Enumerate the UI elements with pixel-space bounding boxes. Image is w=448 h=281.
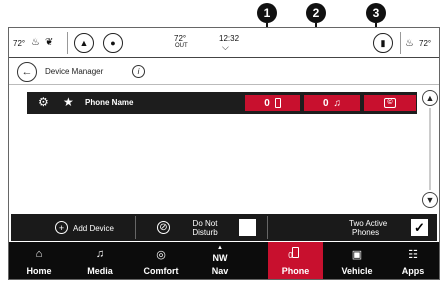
audio-count: 0 (322, 97, 329, 109)
nav-phone[interactable]: 0 Phone (268, 242, 323, 279)
star-icon[interactable]: ★ (63, 95, 74, 109)
info-icon[interactable]: i (132, 65, 145, 78)
nav-apps[interactable]: ☷ Apps (387, 242, 439, 279)
action-bar: + Add Device ⊘ Do Not Disturb Two Active… (11, 214, 437, 241)
phone-calls-button[interactable]: 0 (245, 95, 300, 111)
callout-marker-3: 3 (366, 3, 386, 23)
phone-row[interactable]: ⚙ ★ Phone Name 0 0 ♫ © (27, 92, 417, 114)
phone-count: 0 (264, 97, 270, 109)
nav-home[interactable]: ⌂ Home (9, 242, 69, 279)
nav-nav[interactable]: ▲ NW Nav (191, 242, 249, 279)
phone-name: Phone Name (85, 98, 134, 107)
microphone-icon[interactable]: ▮ (373, 33, 393, 53)
nav-label: Phone (281, 266, 310, 276)
notification-icon[interactable]: ● (103, 33, 123, 53)
add-device-button[interactable]: Add Device (73, 224, 114, 233)
phone-icon (274, 98, 281, 108)
heading-text: NW (212, 253, 228, 263)
gear-icon[interactable]: ⚙ (38, 95, 49, 109)
steering-heat-icon: ◎ (156, 249, 166, 261)
two-active-phones-checkbox[interactable]: ✓ (411, 219, 428, 236)
status-bar: 72° ♨ ❦ ▲ ● 72° OUT 12:32 ⌵ ▮ ♨ 72° (9, 28, 439, 58)
infotainment-screen: 72° ♨ ❦ ▲ ● 72° OUT 12:32 ⌵ ▮ ♨ 72° ← De… (8, 27, 440, 280)
status-divider (67, 32, 68, 54)
driver-temp[interactable]: 72° (13, 39, 25, 48)
action-divider (135, 216, 136, 239)
callout-marker-1: 1 (257, 3, 277, 23)
nav-label: Media (87, 266, 113, 276)
page-title: Device Manager (45, 67, 104, 76)
phone-icon (268, 247, 323, 261)
music-note-icon: ♫ (95, 248, 105, 260)
add-icon: + (55, 221, 68, 234)
nav-vehicle[interactable]: ▣ Vehicle (327, 242, 387, 279)
do-not-disturb-line1: Do Not (192, 219, 218, 228)
compass-icon: ▲ (217, 245, 223, 251)
carplay-icon: © (384, 98, 396, 108)
music-note-icon: ♫ (333, 97, 342, 109)
home-icon: ⌂ (35, 248, 43, 260)
status-divider (400, 32, 401, 54)
outside-label: OUT (175, 43, 188, 49)
nav-comfort[interactable]: ◎ Comfort (131, 242, 191, 279)
passenger-seat-heat-icon[interactable]: ♨ (405, 38, 414, 49)
bottom-nav: ⌂ Home ♫ Media ◎ Comfort ▲ NW Nav 0 Phon… (9, 242, 439, 279)
nav-label: Home (26, 266, 52, 276)
header-row: ← Device Manager i (9, 59, 439, 85)
scroll-up-button[interactable]: ▲ (422, 90, 438, 106)
action-divider (267, 216, 268, 239)
scroll-track[interactable] (429, 108, 431, 190)
do-not-disturb-checkbox[interactable] (239, 219, 256, 236)
two-active-line2: Phones (352, 228, 380, 237)
scroll-down-button[interactable]: ▼ (422, 192, 438, 208)
chevron-down-icon[interactable]: ⌵ (222, 42, 229, 53)
car-icon: ▣ (351, 249, 363, 261)
heated-seat-icon[interactable]: ♨ (31, 37, 40, 48)
nav-label: Apps (401, 266, 425, 276)
two-active-line1: Two Active (349, 219, 388, 228)
do-not-disturb-icon: ⊘ (157, 221, 170, 234)
callout-marker-2: 2 (306, 3, 326, 23)
phone-audio-button[interactable]: 0 ♫ (304, 95, 360, 111)
apps-grid-icon: ☷ (408, 249, 418, 261)
driver-user-icon[interactable]: ▲ (74, 33, 94, 53)
carplay-button[interactable]: © (364, 95, 416, 111)
passenger-temp[interactable]: 72° (419, 39, 431, 48)
do-not-disturb-line2: Disturb (192, 228, 218, 237)
seat-icon[interactable]: ❦ (45, 37, 53, 48)
nav-media[interactable]: ♫ Media (69, 242, 131, 279)
nav-label: Vehicle (341, 266, 373, 276)
back-arrow-icon[interactable]: ← (17, 62, 37, 82)
outside-temp: 72° (174, 34, 187, 43)
nav-label: Nav (211, 266, 229, 276)
nav-label: Comfort (143, 266, 179, 276)
